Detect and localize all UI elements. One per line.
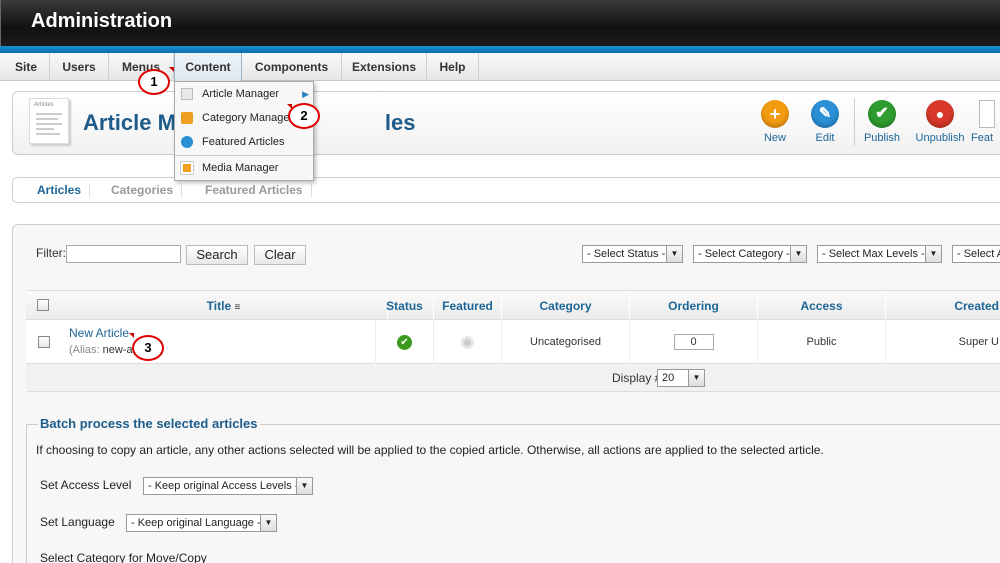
dropdown-arrow-icon: ▼: [666, 246, 682, 262]
submenu-indicator-icon: [169, 67, 174, 72]
dropdown-arrow-icon: ▼: [790, 246, 806, 262]
title-cell: New Article (Alias: new-a: [60, 320, 376, 364]
column-access[interactable]: Access: [758, 291, 886, 321]
article-title-link[interactable]: New Article: [69, 326, 375, 340]
column-title[interactable]: Title ≡: [60, 291, 388, 321]
callout-3: 3: [132, 335, 164, 361]
menu-help[interactable]: Help: [427, 53, 479, 81]
header-accent-strip: [0, 46, 1000, 53]
filter-search-input[interactable]: [66, 245, 181, 263]
access-level-select[interactable]: - Keep original Access Levels - ▼: [143, 477, 313, 495]
ordering-cell: 0: [630, 320, 758, 364]
unpublish-circle-icon: ●: [926, 100, 954, 128]
dropdown-arrow-icon: ▼: [925, 246, 941, 262]
display-label: Display #: [612, 371, 662, 385]
menu-users[interactable]: Users: [50, 53, 109, 81]
row-checkbox[interactable]: [38, 336, 50, 348]
admin-title: Administration: [31, 10, 173, 32]
access-cell: Public: [758, 320, 886, 364]
unfeatured-icon[interactable]: [461, 335, 474, 349]
dropdown-arrow-icon: ▼: [260, 515, 276, 531]
featured-cell: [434, 320, 502, 364]
tab-categories[interactable]: Categories: [103, 183, 183, 197]
admin-header: Administration: [0, 0, 1000, 46]
column-created[interactable]: Created: [886, 291, 1000, 321]
menu-site[interactable]: Site: [3, 53, 50, 81]
folder-icon: [181, 112, 193, 124]
batch-description: If choosing to copy an article, any othe…: [36, 443, 824, 457]
submenu-tabs: Articles Categories Featured Articles: [12, 177, 1000, 203]
category-move-copy-label: Select Category for Move/Copy: [40, 551, 207, 563]
menu-components[interactable]: Components: [242, 53, 342, 81]
document-icon: [979, 100, 995, 128]
search-button[interactable]: Search: [186, 245, 248, 265]
select-max-levels[interactable]: - Select Max Levels - ▼: [817, 245, 942, 263]
pencil-icon: ✎: [811, 100, 839, 128]
column-status[interactable]: Status: [376, 291, 434, 321]
star-icon: [181, 136, 193, 148]
checkmark-icon: ✔: [868, 100, 896, 128]
display-limit-select[interactable]: 20 ▼: [657, 369, 705, 387]
column-featured[interactable]: Featured: [434, 291, 502, 321]
status-cell: ✔: [376, 320, 434, 364]
sort-icon: ≡: [234, 302, 241, 313]
language-label: Set Language: [40, 515, 115, 529]
select-all-checkbox[interactable]: [37, 299, 49, 311]
table-header-row: Title ≡ Status Featured Category Orderin…: [26, 290, 1000, 321]
menu-article-manager[interactable]: Article Manager ▶: [175, 82, 313, 106]
toolbar-panel: Articles Article Mles + New ✎ Edit ✔ Pub…: [12, 91, 1000, 155]
clear-button[interactable]: Clear: [254, 245, 306, 265]
filter-label: Filter:: [36, 246, 66, 260]
category-cell: Uncategorised: [502, 320, 630, 364]
media-icon: [180, 161, 194, 175]
ordering-input[interactable]: 0: [673, 334, 714, 351]
menu-media-manager[interactable]: Media Manager: [175, 156, 313, 180]
column-ordering[interactable]: Ordering: [630, 291, 758, 321]
select-category[interactable]: - Select Category - ▼: [693, 245, 807, 263]
created-by-cell: Super U: [886, 320, 1000, 364]
featured-button[interactable]: Feat: [971, 100, 1000, 144]
callout-1: 1: [138, 69, 170, 95]
select-status[interactable]: - Select Status - ▼: [582, 245, 683, 263]
access-level-label: Set Access Level: [40, 478, 132, 492]
dropdown-arrow-icon: ▼: [296, 478, 312, 494]
edit-button[interactable]: ✎ Edit: [793, 100, 857, 144]
plus-icon: +: [761, 100, 789, 128]
articles-page-icon: Articles: [29, 98, 69, 144]
column-category[interactable]: Category: [502, 291, 630, 321]
callout-2: 2: [288, 103, 320, 129]
tab-featured-articles[interactable]: Featured Articles: [197, 183, 312, 197]
table-row: New Article (Alias: new-a ✔ Uncategorise…: [26, 320, 1000, 364]
menu-extensions[interactable]: Extensions: [342, 53, 427, 81]
batch-legend: Batch process the selected articles: [38, 416, 260, 431]
submenu-indicator-icon: [129, 333, 134, 338]
language-select[interactable]: - Keep original Language - ▼: [126, 514, 277, 532]
tab-articles[interactable]: Articles: [29, 183, 91, 197]
article-icon: [181, 88, 193, 100]
pagination-row: Display # 20 ▼: [26, 364, 1000, 392]
unpublish-button[interactable]: ● Unpublish: [908, 100, 972, 144]
menu-content[interactable]: Content: [174, 53, 242, 81]
dropdown-arrow-icon: ▼: [688, 370, 704, 386]
published-status-icon[interactable]: ✔: [397, 334, 412, 350]
menu-featured-articles[interactable]: Featured Articles: [175, 130, 313, 154]
article-alias: (Alias: new-a: [69, 344, 133, 356]
content-dropdown-menu: Article Manager ▶ Category Manager Featu…: [174, 81, 314, 181]
select-access[interactable]: - Select A: [952, 245, 1000, 263]
publish-button[interactable]: ✔ Publish: [850, 100, 914, 144]
